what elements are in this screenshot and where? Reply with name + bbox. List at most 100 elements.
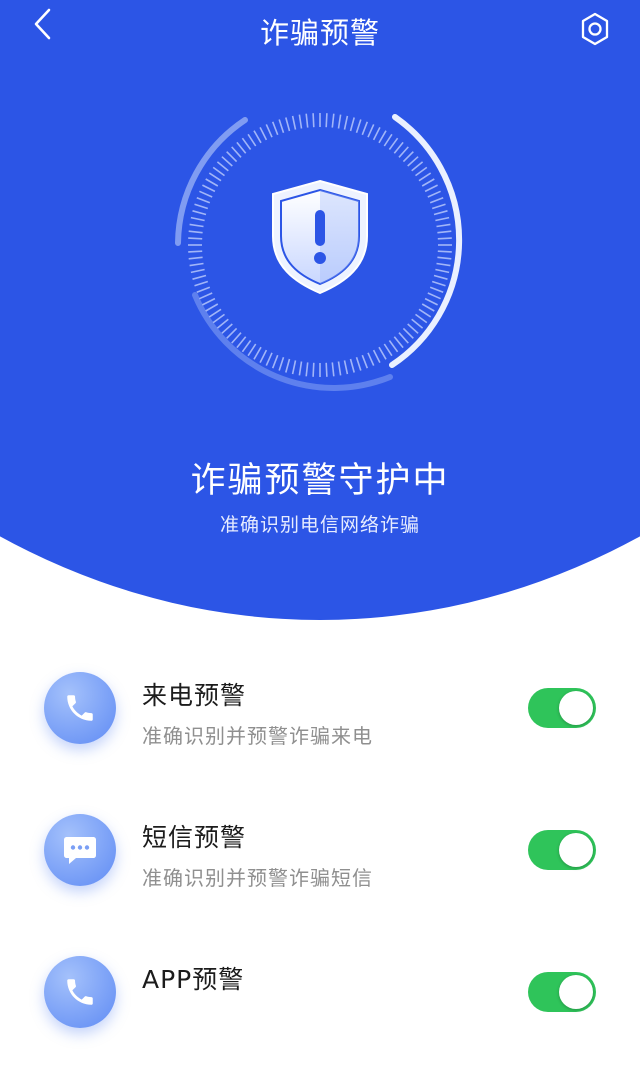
feature-list: 来电预警 准确识别并预警诈骗来电 短信预警 准确识别并预警诈骗短信 APP预警 [0,640,640,1066]
dial-tick [418,172,432,182]
toggle-knob [559,833,593,867]
status-subtitle: 准确识别电信网络诈骗 [219,514,420,536]
dial-tick [271,121,279,136]
sms-alert-description: 准确识别并预警诈骗短信 [142,866,373,890]
dial-tick [355,356,362,371]
dial-tick [265,124,273,138]
call-alert-icon-badge [44,672,116,744]
dial-tick [393,141,404,154]
dial-tick [349,358,355,373]
dial-tick [253,130,262,144]
hero-banner: 诈骗预警 诈骗预警守护中 准确识别电信网络诈骗 [0,0,640,620]
dial-tick [253,346,262,360]
dial-tick [427,190,441,198]
dial-tick [427,292,441,300]
dial-tick [305,113,309,128]
dial-tick [424,184,438,193]
dial-tick [367,124,375,138]
toggle-knob [559,691,593,725]
dial-tick [212,313,225,324]
dial-tick [429,196,444,204]
dial-tick [216,161,229,172]
dial-tick [226,327,238,339]
dial-tick [205,303,219,312]
status-title: 诈骗预警守护中 [190,461,450,501]
dial-tick [226,151,238,163]
dial-tick [436,223,451,228]
sms-alert-title: 短信预警 [142,823,247,852]
dial-tick [241,340,252,353]
app-alert-title: APP预警 [142,965,245,994]
list-item-call-alert: 来电预警 准确识别并预警诈骗来电 [0,640,640,782]
dial-tick [349,117,355,132]
settings-button[interactable] [574,8,616,50]
dial-tick [402,151,414,163]
call-alert-description: 准确识别并预警诈骗来电 [142,724,373,748]
dial-tick [431,280,446,287]
dial-tick [437,237,452,240]
dial-tick [192,274,207,280]
dial-tick [259,349,268,363]
dial-tick [202,184,216,193]
sms-alert-icon-badge [44,814,116,886]
dial-tick [305,362,309,377]
dial-tick [265,352,273,366]
dial-tick [418,308,432,318]
dial-tick [372,127,381,141]
dial-tick [411,161,424,172]
dial-tick [343,360,349,375]
dial-tick [325,362,328,377]
dial-tick [325,113,328,128]
dial-tick [236,141,247,154]
phone-icon [67,979,93,1005]
message-icon [64,837,96,864]
toggle-knob [559,975,593,1009]
dial-tick [424,297,438,306]
dial-tick [433,274,448,280]
dial-tick [291,360,297,375]
dial-tick [337,114,342,129]
dial-tick [411,318,424,329]
sms-alert-toggle[interactable] [528,830,596,870]
dial-tick [435,268,450,274]
dial-tick [189,223,204,228]
dial-tick [188,250,203,253]
dial-tick [436,262,451,267]
phone-icon [67,695,93,721]
dial-tick [361,354,369,369]
dial-tick [407,323,419,334]
dial-tick [367,352,375,366]
dial-tick [393,336,404,349]
dial-tick [231,146,242,158]
dial-tick [431,203,446,210]
call-alert-toggle[interactable] [528,688,596,728]
dial-tick [388,340,399,353]
dial-tick [402,327,414,339]
dial-tick [194,280,209,287]
dial-tick [383,133,393,147]
dial-tick [212,166,225,177]
dial-tick [221,156,233,167]
dial-tick [298,361,303,376]
dial-tick [285,358,291,373]
gear-icon [581,12,609,46]
dial-tick [361,121,369,136]
dial-tick [192,210,207,216]
app-alert-icon-badge [44,956,116,1028]
call-alert-title: 来电预警 [142,681,247,710]
page-title: 诈骗预警 [259,16,380,50]
dial-tick [343,115,349,130]
dial-tick [331,362,335,377]
dial-tick [205,178,219,187]
dial-tick [415,166,428,177]
dial-tick [190,268,205,274]
dial-tick [421,178,435,187]
app-alert-toggle[interactable] [528,972,596,1012]
nav-bar: 诈骗预警 [0,0,640,56]
dial-tick [378,130,387,144]
dial-tick [216,318,229,329]
list-item-sms-alert: 短信预警 准确识别并预警诈骗短信 [0,782,640,924]
dial-tick [331,113,335,128]
dial-tick [247,343,257,357]
dial-tick [285,117,291,132]
